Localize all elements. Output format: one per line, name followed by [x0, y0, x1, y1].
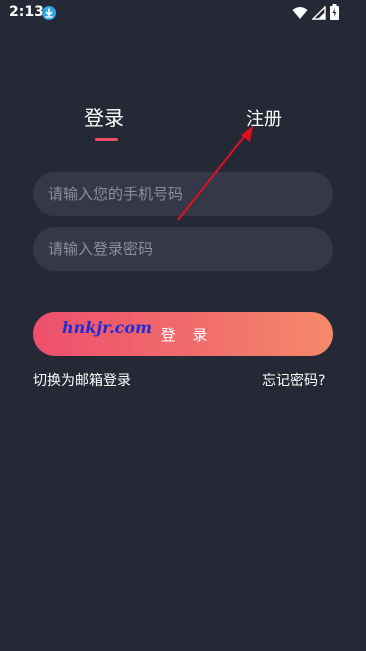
- annotation-arrow-icon: [177, 126, 253, 221]
